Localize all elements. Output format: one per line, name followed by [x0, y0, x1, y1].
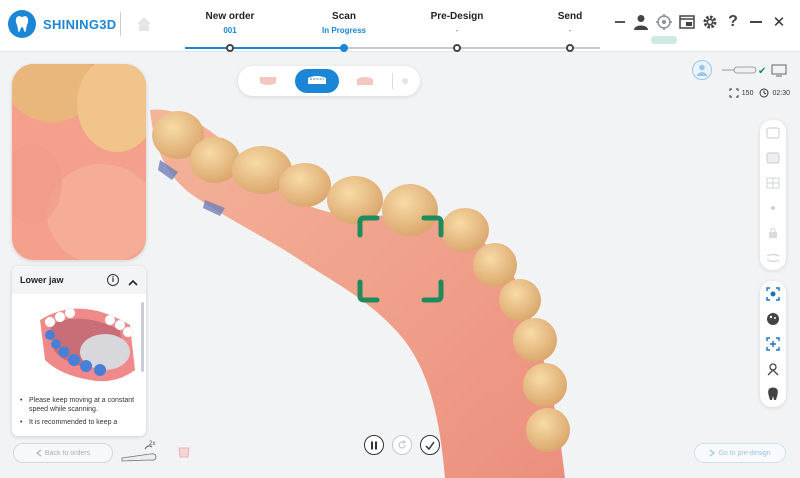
more-views-icon[interactable]: [398, 69, 412, 93]
step-new-order[interactable]: New order 001: [175, 11, 285, 35]
guide-scrollbar[interactable]: [141, 302, 144, 372]
confirm-button[interactable]: [420, 435, 440, 455]
check-icon: [425, 441, 435, 450]
toolbar-divider: [392, 73, 394, 89]
guide-title: Lower jaw: [20, 275, 64, 285]
jaw-view-toolbar: [238, 66, 420, 96]
close-icon[interactable]: ✕: [770, 13, 788, 31]
lower-jaw-icon[interactable]: [294, 69, 339, 93]
color-icon[interactable]: [764, 311, 782, 326]
step-scan[interactable]: Scan In Progress: [289, 11, 399, 35]
occlusion-view-icon[interactable]: [764, 125, 782, 140]
progress-track-done: [185, 47, 343, 49]
tracking-status-pill: [651, 36, 677, 44]
chevron-left-icon: [35, 449, 42, 457]
upper-jaw-icon[interactable]: [246, 69, 290, 93]
step-title: Pre-Design: [430, 11, 484, 22]
step-value: 001: [223, 26, 237, 35]
step-dot-pre-design: [453, 44, 461, 52]
help-icon[interactable]: ?: [724, 13, 742, 31]
chevron-up-icon[interactable]: [128, 275, 138, 286]
step-value: In Progress: [321, 26, 366, 35]
tooth-select-icon[interactable]: [764, 387, 782, 402]
frame-count: 150: [741, 89, 754, 97]
list-item: It is recommended to keep a: [20, 418, 144, 427]
step-value: -: [455, 26, 459, 35]
settings-icon[interactable]: [701, 13, 719, 31]
step-value: -: [568, 26, 572, 35]
brand-logo: SHINING3D: [8, 10, 117, 38]
home-icon[interactable]: [134, 14, 154, 34]
tooth-logo-icon: [8, 10, 36, 38]
camera-preview: [12, 64, 146, 260]
scanner-connection: ✔: [720, 63, 790, 77]
scan-controls: [364, 435, 440, 455]
scanner-connected-icon: ✔: [722, 64, 787, 77]
step-dot-send: [566, 44, 574, 52]
minimize-icon[interactable]: [747, 13, 765, 31]
frames-icon: [729, 88, 739, 98]
step-dot-new-order: [226, 44, 234, 52]
app-header: SHINING3D New order 001 Scan In Progress…: [0, 0, 800, 52]
pause-icon: [371, 441, 377, 449]
clock-icon: [759, 88, 769, 98]
go-to-pre-design-button[interactable]: Go to pre-design: [694, 443, 786, 463]
side-toolbar-view: [760, 120, 786, 270]
side-toolbar-tools: [760, 281, 786, 407]
refresh-icon: [398, 440, 406, 449]
step-title: New order: [205, 11, 255, 22]
scanner-speed-badge: 2x: [149, 441, 156, 447]
lower-jaw-illustration: [20, 300, 140, 390]
back-to-orders-button[interactable]: Back to orders: [13, 443, 113, 463]
header-divider: [120, 12, 121, 36]
user-icon[interactable]: [632, 13, 650, 31]
window-controls: ? ✕: [615, 13, 788, 31]
mesh-view-icon[interactable]: [764, 175, 782, 190]
dash-icon: [615, 21, 625, 23]
step-dot-scan: [340, 44, 348, 52]
pause-button[interactable]: [364, 435, 384, 455]
scan-guide-panel: Lower jaw i Please keep moving at a cons…: [12, 266, 146, 436]
scan-counters: 150 02:30: [729, 88, 790, 98]
lock-icon[interactable]: [764, 225, 782, 240]
frame-counter: 150: [729, 88, 754, 98]
step-title: Scan: [332, 11, 356, 22]
bite-icon[interactable]: [343, 69, 387, 93]
undo-button[interactable]: [392, 435, 412, 455]
guide-tips-list: Please keep moving at a constant speed w…: [20, 396, 144, 431]
step-pre-design[interactable]: Pre-Design -: [402, 11, 512, 35]
texture-view-icon[interactable]: [764, 150, 782, 165]
guide-header: Lower jaw i: [12, 266, 146, 294]
tracking-icon[interactable]: [655, 13, 673, 31]
timer: 02:30: [759, 88, 790, 98]
check-icon: ✔: [758, 66, 766, 77]
patient-avatar-icon[interactable]: [692, 60, 712, 80]
step-title: Send: [557, 11, 583, 22]
hd-icon[interactable]: [764, 200, 782, 215]
info-icon[interactable]: i: [107, 274, 119, 286]
chevron-right-icon: [710, 449, 716, 457]
next-label: Go to pre-design: [718, 449, 771, 457]
scan-body-icon[interactable]: [764, 362, 782, 377]
back-label: Back to orders: [44, 449, 91, 457]
list-item: Please keep moving at a constant speed w…: [20, 396, 144, 414]
elapsed-time: 02:30: [772, 89, 790, 97]
calibration-icon[interactable]: [176, 444, 192, 460]
step-send[interactable]: Send -: [515, 11, 625, 35]
ai-filter-icon[interactable]: [764, 336, 782, 351]
auto-scan-icon[interactable]: [764, 286, 782, 301]
intraoral-camera-image: [12, 64, 146, 260]
brand-name: SHINING3D: [43, 16, 117, 32]
trim-icon[interactable]: [764, 250, 782, 265]
screenshot-icon[interactable]: [678, 13, 696, 31]
